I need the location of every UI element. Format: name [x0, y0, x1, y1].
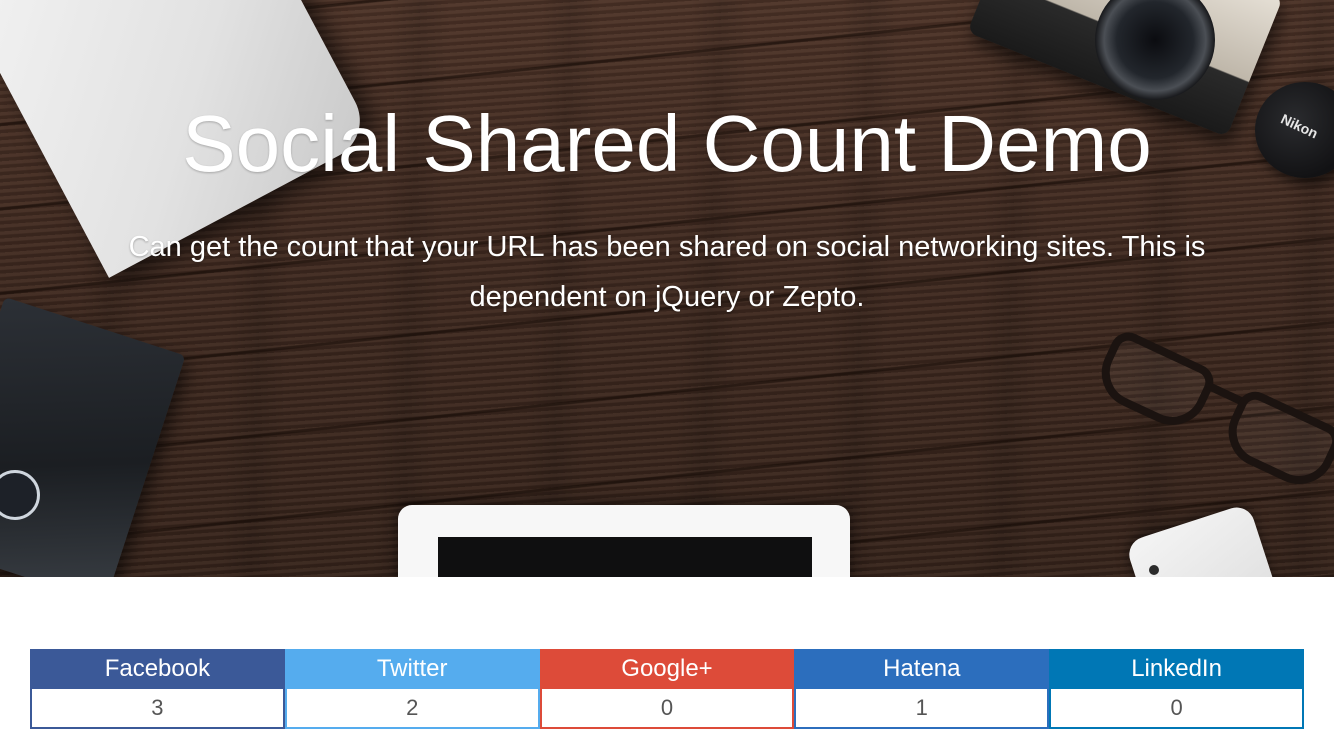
eyeglasses-image: [1077, 309, 1334, 532]
share-count-value-twitter: 2: [284, 689, 540, 729]
share-count-twitter: Twitter 2: [284, 649, 540, 729]
share-count-value-facebook: 3: [30, 689, 285, 729]
share-count-value-linkedin: 0: [1049, 689, 1304, 729]
share-count-hatena: Hatena 1: [794, 649, 1050, 729]
share-count-linkedin: LinkedIn 0: [1049, 649, 1304, 729]
service-header-facebook: Facebook: [30, 649, 285, 689]
share-count-value-googleplus: 0: [539, 689, 795, 729]
share-count-value-hatena: 1: [794, 689, 1050, 729]
service-header-googleplus: Google+: [539, 649, 795, 689]
share-count-table: Facebook 3 Twitter 2 Google+ 0 Hatena 1 …: [30, 649, 1304, 729]
page-title: Social Shared Count Demo: [182, 99, 1152, 188]
phone-camera-dot: [1149, 565, 1159, 575]
phone-image: [1124, 502, 1286, 577]
share-count-facebook: Facebook 3: [30, 649, 285, 729]
dark-gadget-image: [0, 297, 186, 577]
tablet-screen: [438, 537, 812, 577]
service-header-twitter: Twitter: [284, 649, 540, 689]
share-count-googleplus: Google+ 0: [539, 649, 795, 729]
page-description: Can get the count that your URL has been…: [128, 231, 1206, 313]
service-header-hatena: Hatena: [794, 649, 1050, 689]
eyeglasses-left-lens: [1089, 326, 1220, 437]
service-header-linkedin: LinkedIn: [1049, 649, 1304, 689]
hero-banner: Nikon Social Shared Count Demo Can get t…: [0, 0, 1334, 577]
